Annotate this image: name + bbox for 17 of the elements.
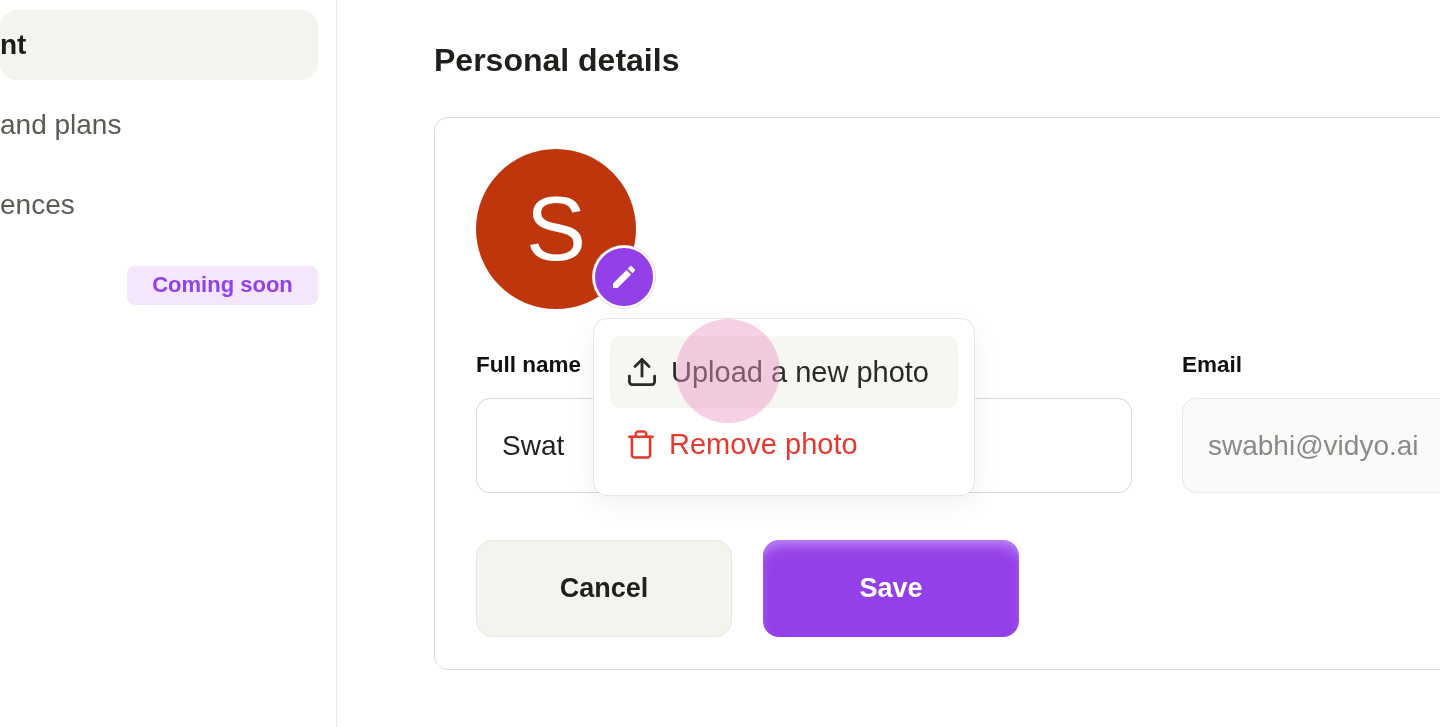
- trash-icon: [628, 429, 654, 459]
- sidebar-item[interactable]: and plans: [0, 90, 318, 160]
- pencil-icon: [613, 266, 635, 288]
- edit-photo-button[interactable]: [593, 246, 655, 308]
- menu-item[interactable]: Remove photo: [610, 408, 958, 480]
- avatar: S: [476, 149, 636, 309]
- upload-icon: [628, 358, 656, 386]
- section-title: Personal details: [434, 41, 680, 79]
- field-label: Full name: [476, 351, 582, 379]
- coming-soon-badge: Coming soon: [127, 265, 318, 305]
- sidebar-item[interactable]: ences: [0, 170, 318, 240]
- save-button[interactable]: Save: [763, 540, 1019, 637]
- cancel-button[interactable]: Cancel: [476, 540, 732, 637]
- sidebar-item[interactable]: Coming soon: [0, 250, 318, 320]
- field-label: Email: [1182, 351, 1243, 379]
- sidebar-item[interactable]: nt: [0, 10, 318, 80]
- menu-item[interactable]: Upload a new photo: [610, 336, 958, 408]
